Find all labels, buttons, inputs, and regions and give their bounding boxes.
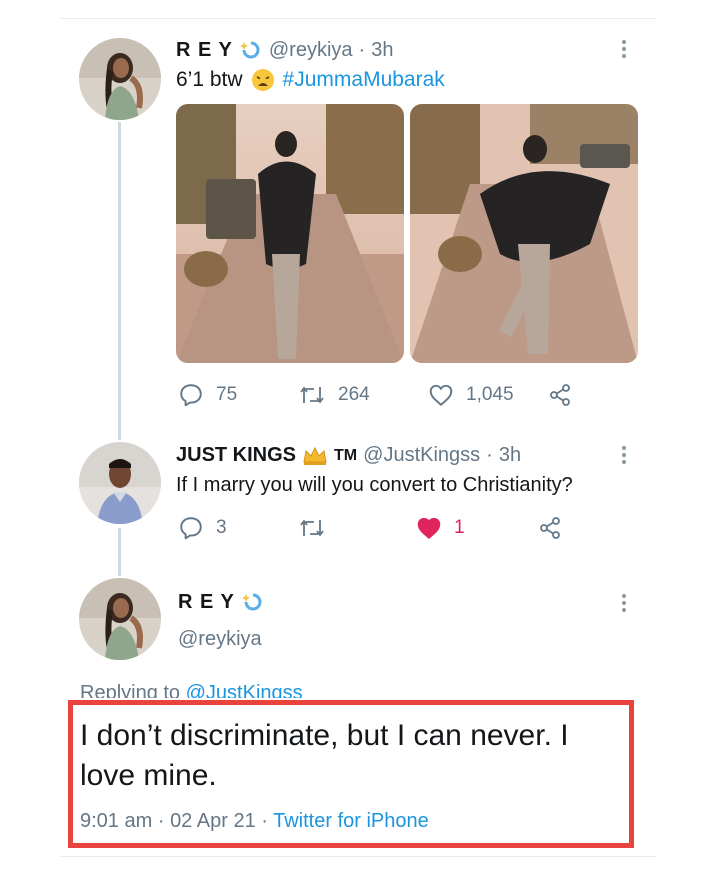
handle[interactable]: @reykiya bbox=[269, 39, 353, 62]
handle[interactable]: @JustKingss bbox=[363, 444, 480, 467]
display-name[interactable]: R E Y bbox=[178, 591, 235, 614]
retweet-count: 264 bbox=[338, 384, 370, 405]
reply-count: 3 bbox=[216, 517, 227, 538]
retweet-button[interactable]: 264 bbox=[298, 382, 428, 408]
replying-prefix: Replying to bbox=[80, 682, 181, 698]
tweet-photo-left[interactable] bbox=[176, 104, 404, 363]
share-button[interactable] bbox=[538, 516, 562, 540]
like-button[interactable]: 1,045 bbox=[428, 382, 548, 408]
more-icon[interactable] bbox=[622, 446, 628, 467]
hashtag-link[interactable]: #JummaMubarak bbox=[283, 68, 445, 92]
timestamp[interactable]: 3h bbox=[371, 39, 393, 62]
avatar[interactable] bbox=[79, 442, 161, 524]
reply-icon bbox=[180, 517, 202, 540]
tweet-header: JUST KINGS TM @JustKingss · 3h bbox=[176, 444, 521, 467]
sparkle-emoji-icon bbox=[239, 38, 263, 62]
tweet-header: R E Y @reykiya · 3h bbox=[176, 38, 393, 62]
tm-label: TM bbox=[334, 446, 358, 464]
separator: · bbox=[486, 444, 493, 466]
reply-count: 75 bbox=[216, 384, 238, 405]
heart-icon bbox=[429, 384, 453, 407]
like-button[interactable]: 1 bbox=[416, 515, 538, 541]
handle[interactable]: @reykiya bbox=[178, 628, 262, 651]
separator: · bbox=[358, 38, 366, 61]
reply-button[interactable]: 3 bbox=[178, 515, 298, 541]
like-count: 1 bbox=[454, 517, 465, 538]
thread-connector bbox=[118, 122, 121, 440]
top-divider bbox=[60, 18, 656, 19]
retweet-icon bbox=[300, 386, 324, 404]
share-button[interactable] bbox=[548, 383, 572, 407]
tweet-actions: 3 1 bbox=[178, 515, 578, 541]
highlight-box bbox=[68, 700, 634, 848]
share-icon bbox=[540, 517, 560, 539]
reply-icon bbox=[180, 384, 202, 407]
share-icon bbox=[550, 384, 570, 406]
retweet-button[interactable] bbox=[298, 515, 416, 541]
like-count: 1,045 bbox=[466, 384, 514, 405]
tweet-text: If I marry you will you convert to Chris… bbox=[176, 474, 573, 496]
sparkle-emoji-icon bbox=[241, 590, 265, 614]
tweet-actions: 75 264 1,045 bbox=[178, 382, 578, 408]
crown-emoji-icon bbox=[302, 445, 328, 467]
display-name[interactable]: JUST KINGS bbox=[176, 444, 296, 467]
avatar[interactable] bbox=[79, 578, 161, 660]
replying-to: Replying to @JustKingss bbox=[80, 680, 303, 698]
weary-face-emoji-icon bbox=[251, 68, 275, 92]
tweet-text-main: 6’1 btw bbox=[176, 68, 243, 91]
more-icon[interactable] bbox=[622, 594, 628, 615]
tweet-photo-right[interactable] bbox=[410, 104, 638, 363]
heart-icon bbox=[417, 517, 441, 540]
tweet-header: R E Y bbox=[178, 590, 265, 614]
timestamp[interactable]: 3h bbox=[499, 444, 521, 467]
tweet-text: 6’1 btw #JummaMubarak bbox=[176, 68, 445, 92]
retweet-icon bbox=[300, 519, 324, 537]
replying-handle-link[interactable]: @JustKingss bbox=[186, 682, 303, 698]
thread-connector bbox=[118, 528, 121, 576]
avatar[interactable] bbox=[79, 38, 161, 120]
more-icon[interactable] bbox=[622, 40, 628, 61]
display-name[interactable]: R E Y bbox=[176, 39, 233, 62]
bottom-divider bbox=[60, 856, 656, 857]
reply-button[interactable]: 75 bbox=[178, 382, 298, 408]
